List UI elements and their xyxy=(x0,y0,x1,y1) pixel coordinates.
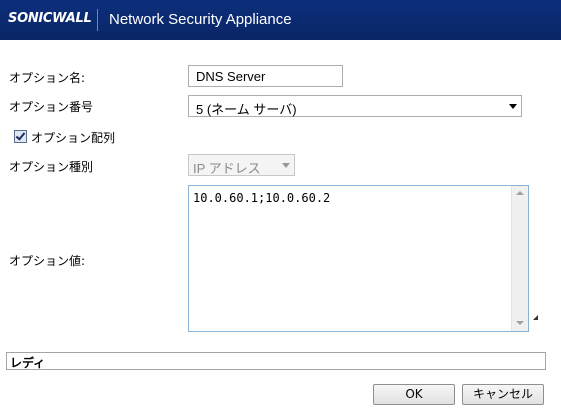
option-type-value: IP アドレス xyxy=(193,161,261,176)
check-icon xyxy=(15,130,26,141)
option-name-label: オプション名: xyxy=(9,71,86,85)
option-value-label: オプション値: xyxy=(9,254,86,268)
cancel-button[interactable]: キャンセル xyxy=(462,384,544,405)
ok-button[interactable]: OK xyxy=(373,384,455,405)
scroll-up-icon[interactable] xyxy=(516,191,524,195)
resize-grip-icon[interactable] xyxy=(533,315,538,320)
app-header: SONICWALL Network Security Appliance xyxy=(0,0,561,40)
option-number-select[interactable]: 5 (ネーム サーバ) xyxy=(188,95,522,117)
option-value-textarea[interactable]: 10.0.60.1;10.0.60.2 xyxy=(188,185,529,332)
option-number-label: オプション番号 xyxy=(9,100,94,114)
option-name-input[interactable]: DNS Server xyxy=(188,65,343,87)
header-divider xyxy=(97,9,98,31)
textarea-scrollbar[interactable] xyxy=(511,186,528,331)
app-title: Network Security Appliance xyxy=(109,11,292,28)
option-array-checkbox[interactable] xyxy=(14,130,27,143)
chevron-down-icon xyxy=(509,104,517,109)
option-type-label: オプション種別 xyxy=(9,160,94,174)
status-bar: レディ xyxy=(6,352,546,370)
option-value-text: 10.0.60.1;10.0.60.2 xyxy=(193,191,331,205)
option-number-value: 5 (ネーム サーバ) xyxy=(196,102,297,117)
option-array-label: オプション配列 xyxy=(31,131,116,145)
scroll-down-icon[interactable] xyxy=(516,321,524,325)
option-type-select[interactable]: IP アドレス xyxy=(188,154,295,176)
sonicwall-logo: SONICWALL xyxy=(8,11,92,26)
chevron-down-icon xyxy=(282,163,290,168)
